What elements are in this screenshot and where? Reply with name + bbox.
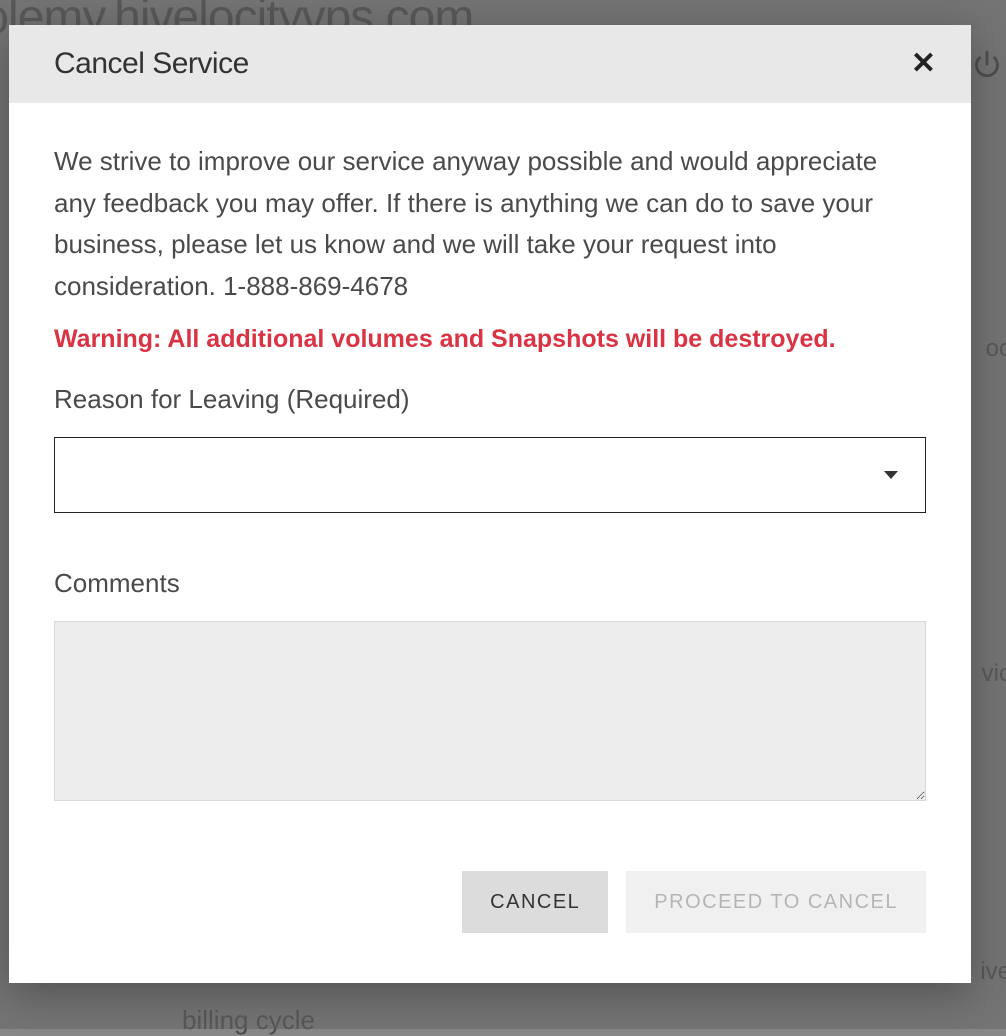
warning-message: Warning: All additional volumes and Snap… xyxy=(54,325,926,354)
modal-header: Cancel Service ✕ xyxy=(9,25,971,103)
modal-body: We strive to improve our service anyway … xyxy=(9,103,971,826)
cancel-button[interactable]: CANCEL xyxy=(462,871,608,933)
proceed-to-cancel-button[interactable]: PROCEED TO CANCEL xyxy=(626,871,926,933)
reason-label: Reason for Leaving (Required) xyxy=(54,384,926,415)
modal-footer: CANCEL PROCEED TO CANCEL xyxy=(9,826,971,983)
comments-label: Comments xyxy=(54,568,926,599)
intro-paragraph: We strive to improve our service anyway … xyxy=(54,141,926,307)
reason-select-wrapper xyxy=(54,437,926,513)
comments-textarea[interactable] xyxy=(54,621,926,801)
cancel-service-modal: Cancel Service ✕ We strive to improve ou… xyxy=(9,25,971,983)
close-icon: ✕ xyxy=(911,47,936,80)
reason-select[interactable] xyxy=(54,437,926,513)
close-button[interactable]: ✕ xyxy=(906,49,941,79)
modal-title: Cancel Service xyxy=(54,47,249,81)
